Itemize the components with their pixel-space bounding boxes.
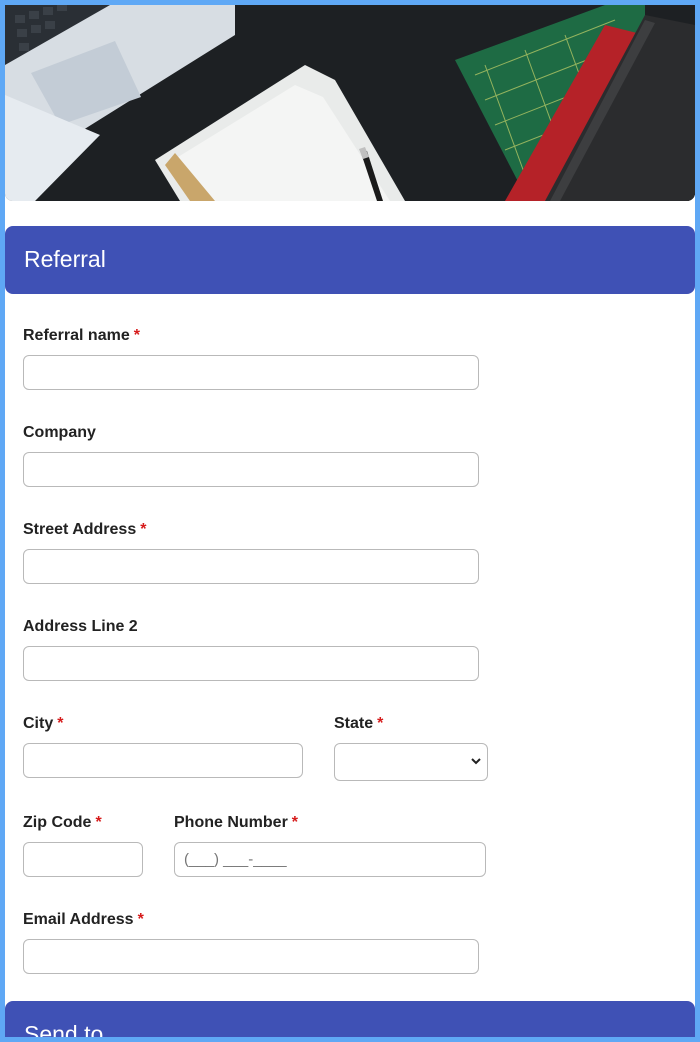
form-container: Referral Referral name * Company Street A… [5, 5, 695, 1037]
email-address-label: Email Address * [23, 911, 144, 928]
city-input[interactable] [23, 743, 303, 778]
referral-section-header: Referral [5, 226, 695, 294]
desk-illustration [5, 5, 695, 201]
required-mark: * [377, 715, 384, 732]
phone-number-input[interactable] [174, 842, 486, 877]
address-line-2-label: Address Line 2 [23, 618, 138, 635]
required-mark: * [140, 521, 147, 538]
zip-code-label: Zip Code * [23, 814, 102, 831]
phone-number-label: Phone Number * [174, 814, 299, 831]
company-input[interactable] [23, 452, 479, 487]
email-address-input[interactable] [23, 939, 479, 974]
required-mark: * [57, 715, 64, 732]
section-title: Send to [24, 1021, 104, 1037]
street-address-input[interactable] [23, 549, 479, 584]
company-label: Company [23, 424, 96, 441]
required-mark: * [95, 814, 102, 831]
chevron-down-icon [471, 758, 481, 765]
referral-name-label: Referral name * [23, 327, 140, 344]
state-select[interactable] [334, 743, 488, 781]
required-mark: * [133, 327, 140, 344]
required-mark: * [291, 814, 299, 831]
required-mark: * [137, 911, 144, 928]
address-line-2-input[interactable] [23, 646, 479, 681]
state-label: State * [334, 715, 384, 732]
banner-image [5, 5, 695, 201]
street-address-label: Street Address * [23, 521, 147, 538]
section-title: Referral [24, 246, 106, 272]
city-label: City * [23, 715, 64, 732]
zip-code-input[interactable] [23, 842, 143, 877]
referral-name-input[interactable] [23, 355, 479, 390]
send-to-section-header: Send to [5, 1001, 695, 1037]
